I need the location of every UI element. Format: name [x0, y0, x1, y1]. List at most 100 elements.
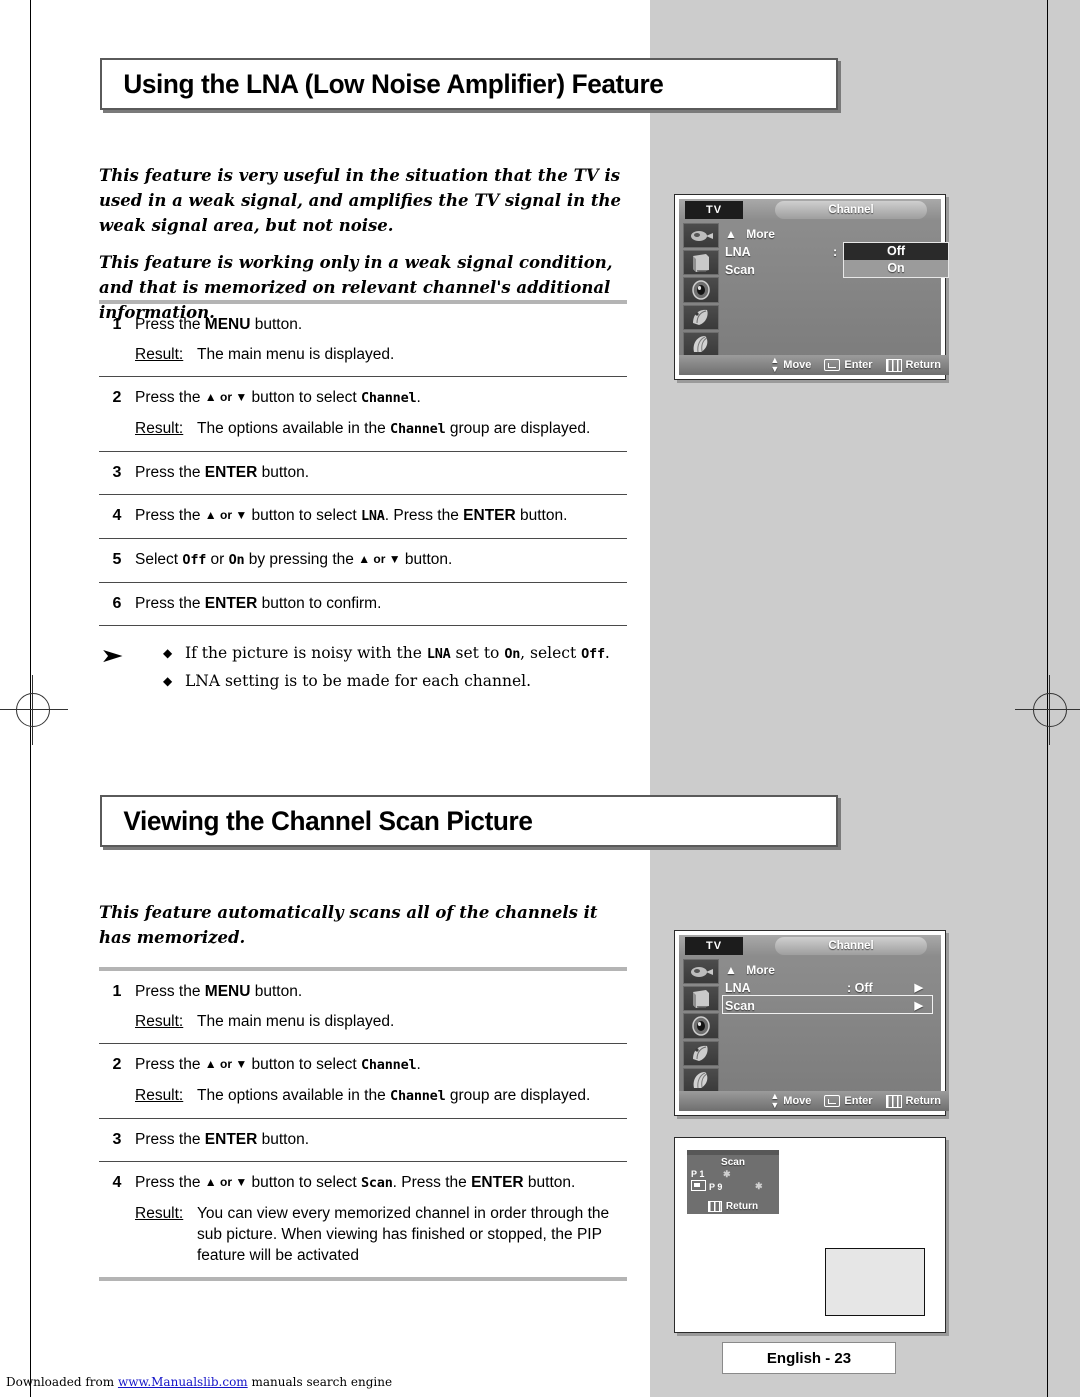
up-arrow-icon: ▲: [725, 963, 737, 977]
osd-option-on[interactable]: On: [844, 260, 948, 277]
divider: [99, 625, 627, 626]
osd-hint-return: Return: [885, 358, 941, 372]
osd-active-tab-channel[interactable]: Channel: [775, 201, 927, 219]
step-number: 4: [112, 507, 122, 524]
scan-osd-return-label: Return: [725, 1201, 759, 1212]
osd-row-label: Scan: [725, 263, 755, 277]
key-label: MENU: [204, 316, 251, 333]
scan-star-icon: ✱: [755, 1181, 763, 1191]
step-row: 6 Press the ENTER button to confirm.: [99, 583, 627, 625]
option-off: Off: [581, 646, 605, 662]
menu-item-name: Channel: [360, 1057, 417, 1073]
menu-item-name: Channel: [360, 390, 417, 406]
sound-icon[interactable]: [683, 1013, 719, 1039]
arrow-keys-icon: ▲ or ▼: [204, 508, 248, 522]
step-row: 1 Press the MENU button. Result: The mai…: [99, 304, 627, 376]
osd-active-tab-channel[interactable]: Channel: [775, 937, 927, 955]
input-source-icon[interactable]: [683, 959, 719, 985]
download-prefix: Downloaded from: [6, 1375, 118, 1389]
arrow-keys-icon: ▲ or ▼: [358, 552, 401, 566]
arrow-keys-icon: ▲ or ▼: [204, 390, 248, 404]
section-heading-scan: Viewing the Channel Scan Picture: [100, 795, 838, 847]
result-label: Result:: [135, 420, 184, 437]
osd-hint-label: Enter: [844, 359, 873, 371]
step-number: 2: [112, 1056, 122, 1073]
result-label: Result:: [135, 346, 184, 363]
divider: [99, 1277, 627, 1281]
key-label: ENTER: [471, 1174, 524, 1191]
step-row: 2 Press the ▲ or ▼ button to select Chan…: [99, 1044, 627, 1118]
step-number: 4: [112, 1174, 122, 1191]
step-row: 1 Press the MENU button. Result: The mai…: [99, 971, 627, 1043]
osd-row-colon: :: [833, 245, 838, 259]
scan-osd-title: Scan: [721, 1157, 745, 1168]
step-number: 5: [112, 551, 122, 568]
page-number-label: English - 23: [766, 1349, 852, 1367]
return-key-icon: [885, 1094, 902, 1108]
osd-menu-items: ▲ More LNA : Off ▶ Scan ▶: [722, 961, 937, 1085]
notes-block-lna: ➤ ◆ If the picture is noisy with the LNA …: [99, 640, 627, 695]
osd-selection-highlight: [722, 995, 933, 1014]
menu-item-name: LNA: [360, 508, 385, 524]
page-number-badge: English - 23: [722, 1342, 896, 1374]
pip-icon[interactable]: [683, 331, 719, 358]
scan-osd-box: Scan P 1 ✱ P 9 ✱ Return: [687, 1150, 779, 1214]
osd-more-row[interactable]: ▲ More: [725, 961, 937, 979]
result-text: The main menu is displayed.: [197, 346, 395, 363]
step-number: 3: [112, 464, 122, 481]
osd-row-label: LNA: [725, 981, 751, 995]
step-action: Press the MENU button.: [135, 983, 303, 1000]
osd-hint-label: Enter: [844, 1095, 873, 1107]
osd-hint-bar: ▲ ▼ Move Enter Return: [679, 1091, 949, 1111]
picture-icon[interactable]: [683, 250, 719, 276]
section-heading-lna-title: Using the LNA (Low Noise Amplifier) Feat…: [123, 68, 664, 99]
step-result: Result: The options available in the Cha…: [135, 1085, 627, 1107]
result-label: Result:: [135, 1013, 184, 1030]
pip-icon: [691, 1180, 706, 1191]
step-action: Press the ENTER button.: [135, 464, 310, 481]
osd-hint-return: Return: [885, 1094, 941, 1108]
osd-source-label: TV: [685, 201, 743, 219]
note-item: ◆ LNA setting is to be made for each chan…: [99, 668, 627, 695]
result-text: The options available in the Channel gro…: [197, 1087, 591, 1104]
scan-star-icon: ✱: [723, 1169, 731, 1179]
osd-more-label: More: [746, 963, 775, 977]
section-heading-lna: Using the LNA (Low Noise Amplifier) Feat…: [100, 58, 838, 110]
input-source-icon[interactable]: [683, 223, 719, 249]
registration-mark-left: [0, 675, 68, 745]
manualslib-link[interactable]: www.Manualslib.com: [118, 1375, 248, 1389]
osd-hint-bar: ▲ ▼ Move Enter Return: [679, 355, 949, 375]
scan-picture-screenshot: Scan P 1 ✱ P 9 ✱ Return: [674, 1137, 946, 1333]
osd-hint-label: Return: [905, 1095, 941, 1107]
step-number: 2: [112, 389, 122, 406]
osd-option-off[interactable]: Off: [844, 243, 948, 260]
osd-more-row[interactable]: ▲ More: [725, 225, 937, 243]
download-source-line: Downloaded from www.Manualslib.com manua…: [6, 1375, 392, 1389]
step-action: Press the ▲ or ▼ button to select Channe…: [135, 389, 421, 406]
step-number: 1: [112, 983, 122, 1000]
picture-icon[interactable]: [683, 986, 719, 1012]
osd-hint-label: Move: [783, 1095, 812, 1107]
result-label: Result:: [135, 1205, 184, 1222]
setup-icon[interactable]: [683, 304, 719, 330]
result-label: Result:: [135, 1087, 184, 1104]
step-row: 2 Press the ▲ or ▼ button to select Chan…: [99, 377, 627, 451]
step-row: 3 Press the ENTER button.: [99, 1119, 627, 1161]
key-label: ENTER: [463, 507, 516, 524]
key-label: ENTER: [204, 595, 258, 612]
pip-icon[interactable]: [683, 1067, 719, 1094]
setup-icon[interactable]: [683, 1040, 719, 1066]
scan-osd-line-1: P 1 ✱: [687, 1168, 779, 1180]
pip-sub-picture: [825, 1248, 925, 1316]
option-on: On: [228, 552, 245, 568]
menu-item-name: Channel: [390, 421, 446, 437]
section-heading-scan-title: Viewing the Channel Scan Picture: [123, 805, 533, 836]
step-result: Result: The options available in the Cha…: [135, 418, 627, 440]
registration-mark-right: [1015, 675, 1080, 745]
return-key-icon: [707, 1201, 722, 1212]
step-result: Result: You can view every memorized cha…: [135, 1203, 627, 1266]
osd-menu-items: ▲ More LNA : Scan Off On: [725, 225, 949, 349]
sound-icon[interactable]: [683, 277, 719, 303]
steps-list-lna: 1 Press the MENU button. Result: The mai…: [99, 300, 627, 626]
key-label: ENTER: [204, 464, 258, 481]
